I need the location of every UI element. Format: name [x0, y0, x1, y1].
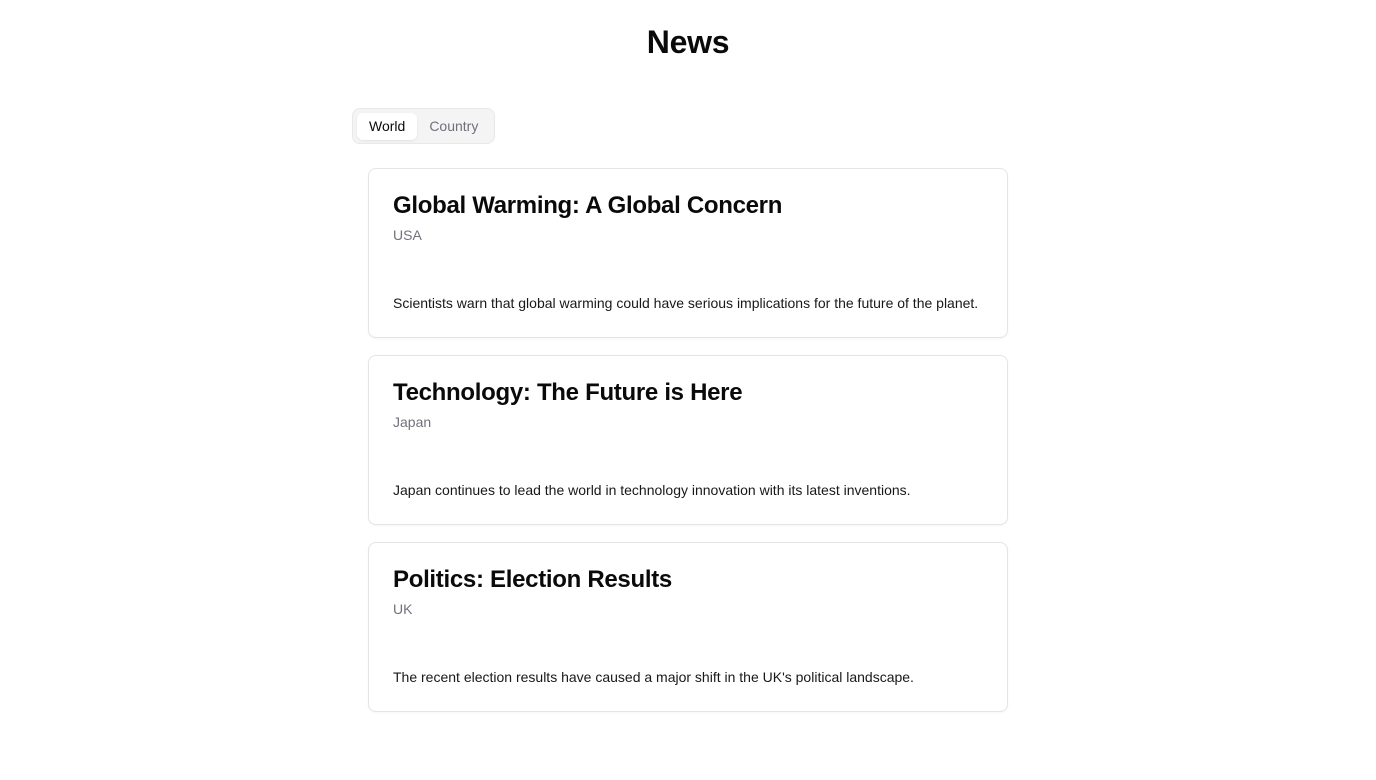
news-scope-tabs: World Country: [352, 108, 496, 144]
tab-world[interactable]: World: [357, 113, 418, 140]
news-card-title: Politics: Election Results: [393, 566, 672, 593]
news-card: Global Warming: A Global Concern USA Sci…: [368, 168, 1008, 338]
news-card-country: USA: [393, 227, 422, 243]
news-card: Politics: Election Results UK The recent…: [368, 542, 1008, 712]
tab-country[interactable]: Country: [417, 113, 490, 140]
news-card-list: Global Warming: A Global Concern USA Sci…: [368, 168, 1008, 729]
news-card: Technology: The Future is Here Japan Jap…: [368, 355, 1008, 525]
news-card-title: Technology: The Future is Here: [393, 379, 743, 406]
news-card-title: Global Warming: A Global Concern: [393, 192, 783, 219]
news-card-summary: Scientists warn that global warming coul…: [393, 295, 979, 311]
news-card-summary: The recent election results have caused …: [393, 669, 914, 685]
news-card-country: UK: [393, 601, 413, 617]
page-title: News: [646, 24, 730, 60]
news-card-country: Japan: [393, 414, 432, 430]
news-card-summary: Japan continues to lead the world in tec…: [393, 482, 911, 498]
